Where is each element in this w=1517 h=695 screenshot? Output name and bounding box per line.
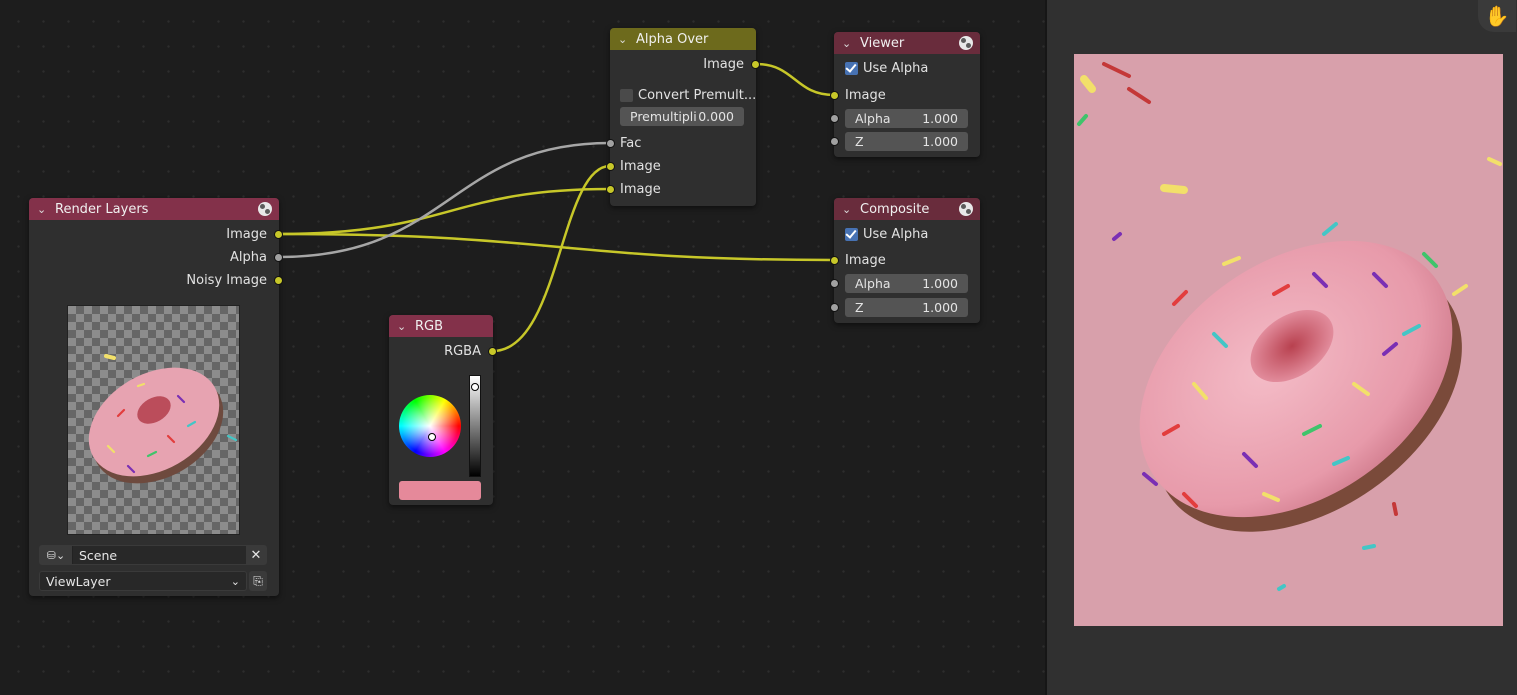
color-swatch[interactable] bbox=[399, 481, 481, 500]
viewer-node[interactable]: ⌄ Viewer Use Alpha Image Alpha 1.000 Z 1… bbox=[830, 32, 980, 157]
viewer-header[interactable]: ⌄ Viewer bbox=[834, 32, 980, 54]
output-rgba-socket[interactable] bbox=[488, 347, 497, 356]
alpha-value: 1.000 bbox=[922, 111, 958, 126]
use-alpha-label: Use Alpha bbox=[863, 60, 929, 76]
use-alpha-toggle[interactable]: Use Alpha bbox=[845, 58, 928, 78]
output-rgba-label: RGBA bbox=[444, 343, 481, 359]
rgb-header[interactable]: ⌄ RGB bbox=[389, 315, 493, 337]
input-image-1-socket[interactable] bbox=[606, 162, 615, 171]
node-title: Viewer bbox=[860, 35, 905, 51]
rgb-node[interactable]: ⌄ RGB RGBA bbox=[389, 315, 497, 505]
close-icon[interactable]: ✕ bbox=[246, 546, 266, 564]
input-image-2-socket[interactable] bbox=[606, 185, 615, 194]
scene-name[interactable]: Scene bbox=[73, 546, 246, 564]
output-image-socket[interactable] bbox=[274, 230, 283, 239]
color-wheel[interactable] bbox=[399, 395, 461, 457]
output-alpha-label: Alpha bbox=[230, 249, 267, 265]
input-image-socket[interactable] bbox=[830, 91, 839, 100]
viewer-render-image bbox=[1074, 54, 1503, 626]
scene-icon[interactable]: ⛁⌄ bbox=[40, 546, 73, 564]
input-alpha-socket[interactable] bbox=[830, 279, 839, 288]
node-title: RGB bbox=[415, 318, 444, 334]
output-noisy-image-label: Noisy Image bbox=[186, 272, 267, 288]
node-title: Alpha Over bbox=[636, 31, 709, 47]
chevron-down-icon: ⌄ bbox=[230, 574, 240, 588]
z-value: 1.000 bbox=[922, 134, 958, 149]
input-image-label: Image bbox=[845, 87, 886, 103]
scene-selector[interactable]: ⛁⌄ Scene ✕ bbox=[39, 545, 267, 565]
z-field[interactable]: Z 1.000 bbox=[845, 132, 968, 151]
input-alpha-socket[interactable] bbox=[830, 114, 839, 123]
convert-premultiplied-toggle[interactable]: Convert Premult... bbox=[620, 85, 756, 105]
convert-premultiplied-label: Convert Premult... bbox=[638, 87, 757, 103]
input-z-socket[interactable] bbox=[830, 303, 839, 312]
donut-preview bbox=[88, 354, 238, 484]
input-image-socket[interactable] bbox=[830, 256, 839, 265]
z-field[interactable]: Z 1.000 bbox=[845, 298, 968, 317]
render-preview-thumbnail bbox=[67, 305, 240, 535]
convert-premultiplied-checkbox[interactable] bbox=[620, 88, 633, 102]
view-layer-selector[interactable]: ViewLayer ⌄ bbox=[39, 571, 247, 591]
input-z-socket[interactable] bbox=[830, 137, 839, 146]
input-fac-label: Fac bbox=[620, 135, 642, 151]
alpha-label: Alpha bbox=[855, 276, 891, 291]
value-slider-handle[interactable] bbox=[471, 383, 479, 391]
z-label: Z bbox=[855, 134, 864, 149]
node-title: Render Layers bbox=[55, 201, 149, 217]
input-image-2-label: Image bbox=[620, 181, 661, 197]
value-slider[interactable] bbox=[469, 375, 481, 477]
node-title: Composite bbox=[860, 201, 930, 217]
input-image-1-label: Image bbox=[620, 158, 661, 174]
input-fac-socket[interactable] bbox=[606, 139, 615, 148]
chevron-down-icon[interactable]: ⌄ bbox=[842, 203, 856, 216]
premultiply-label: Premultipli bbox=[630, 109, 697, 124]
globe-icon bbox=[959, 202, 973, 216]
alpha-field[interactable]: Alpha 1.000 bbox=[845, 274, 968, 293]
premultiply-field[interactable]: Premultipli 0.000 bbox=[620, 107, 744, 126]
use-alpha-label: Use Alpha bbox=[863, 226, 929, 242]
alpha-over-header[interactable]: ⌄ Alpha Over bbox=[610, 28, 756, 50]
color-wheel-cursor[interactable] bbox=[428, 433, 436, 441]
hand-icon: ✋ bbox=[1484, 4, 1510, 28]
input-image-label: Image bbox=[845, 252, 886, 268]
output-noisy-image-socket[interactable] bbox=[274, 276, 283, 285]
output-image-label: Image bbox=[703, 56, 744, 72]
chevron-down-icon[interactable]: ⌄ bbox=[842, 37, 856, 50]
composite-node[interactable]: ⌄ Composite Use Alpha Image Alpha 1.000 … bbox=[830, 198, 980, 323]
output-image-socket[interactable] bbox=[751, 60, 760, 69]
z-value: 1.000 bbox=[922, 300, 958, 315]
output-image-label: Image bbox=[226, 226, 267, 242]
render-layers-node[interactable]: ⌄ Render Layers Image Alpha Noisy Image bbox=[29, 198, 283, 596]
use-alpha-checkbox[interactable] bbox=[845, 227, 858, 241]
chevron-down-icon[interactable]: ⌄ bbox=[618, 33, 632, 46]
pan-view-button[interactable]: ✋ bbox=[1478, 0, 1516, 32]
view-layer-name: ViewLayer bbox=[46, 573, 111, 589]
alpha-label: Alpha bbox=[855, 111, 891, 126]
render-layer-icon[interactable]: ⎘ bbox=[249, 571, 267, 591]
alpha-field[interactable]: Alpha 1.000 bbox=[845, 109, 968, 128]
output-alpha-socket[interactable] bbox=[274, 253, 283, 262]
composite-header[interactable]: ⌄ Composite bbox=[834, 198, 980, 220]
use-alpha-checkbox[interactable] bbox=[845, 61, 858, 75]
z-label: Z bbox=[855, 300, 864, 315]
render-layers-header[interactable]: ⌄ Render Layers bbox=[29, 198, 279, 220]
globe-icon bbox=[258, 202, 272, 216]
image-viewer-area[interactable] bbox=[1047, 0, 1517, 695]
alpha-value: 1.000 bbox=[922, 276, 958, 291]
use-alpha-toggle[interactable]: Use Alpha bbox=[845, 224, 928, 244]
chevron-down-icon[interactable]: ⌄ bbox=[397, 320, 411, 333]
alpha-over-node[interactable]: ⌄ Alpha Over Image Convert Premult... Pr… bbox=[606, 28, 760, 206]
globe-icon bbox=[959, 36, 973, 50]
premultiply-value: 0.000 bbox=[698, 109, 734, 124]
chevron-down-icon[interactable]: ⌄ bbox=[37, 203, 51, 216]
